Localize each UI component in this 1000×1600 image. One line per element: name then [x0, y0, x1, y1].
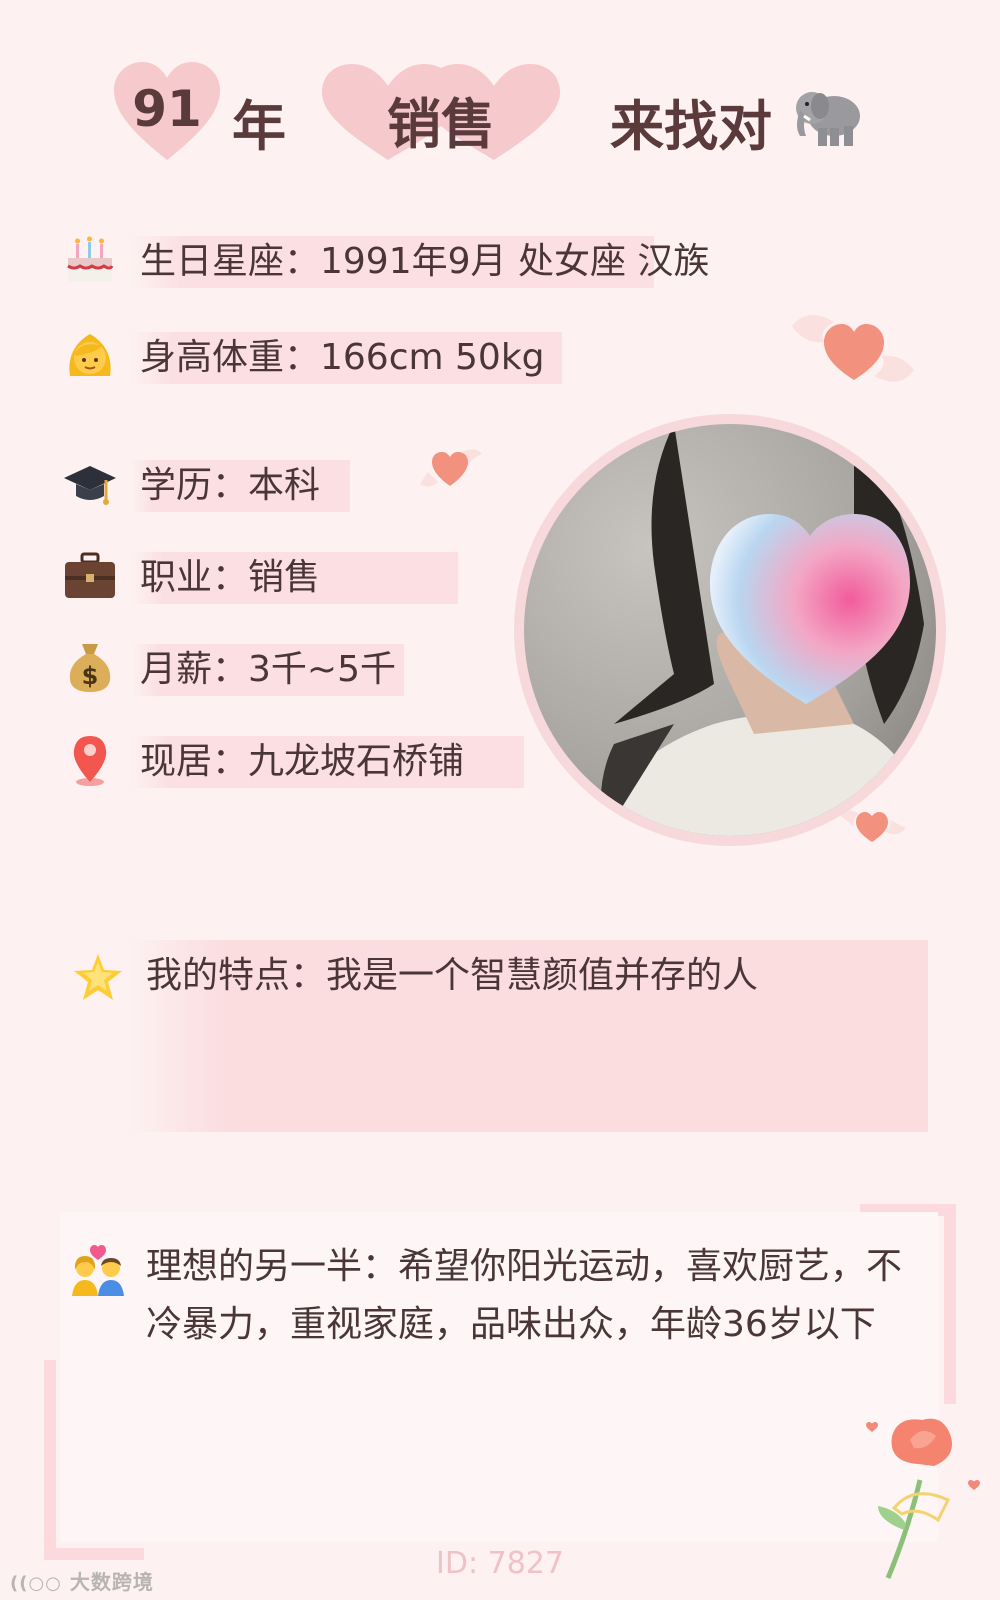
- info-row-occupation: 职业：销售: [62, 548, 462, 604]
- header: 91 年 销售 来找对: [0, 60, 1000, 180]
- small-winged-heart-icon: [420, 449, 482, 487]
- watermark-logo-icon: ((○○: [10, 1573, 62, 1594]
- profile-card: 91 年 销售 来找对 生日星座：1991年9月 处女座 汉族 身高体重：166…: [0, 0, 1000, 1600]
- info-row-birthday: 生日星座：1991年9月 处女座 汉族: [62, 232, 709, 288]
- info-row-salary: $ 月薪：3千~5千: [62, 640, 412, 696]
- tagline: 来找对: [610, 95, 772, 158]
- info-row-education: 学历：本科: [62, 456, 362, 512]
- location-text: 现居：九龙坡石桥铺: [140, 741, 465, 782]
- elephant-icon: [790, 76, 866, 156]
- winged-heart-icon: [792, 314, 914, 382]
- salary-text: 月薪：3千~5千: [140, 649, 396, 690]
- star-icon: [70, 950, 126, 1010]
- height-weight-text: 身高体重：166cm 50kg: [140, 337, 545, 378]
- profile-photo: [524, 424, 936, 836]
- education-text: 学历：本科: [140, 465, 321, 506]
- feature-text: 我的特点：我是一个智慧颜值并存的人: [146, 955, 759, 996]
- ideal-partner-text: 理想的另一半：希望你阳光运动，喜欢厨艺，不冷暴力，重视家庭，品味出众，年龄36岁…: [146, 1246, 903, 1345]
- birthday-text: 生日星座：1991年9月 处女座 汉族: [140, 241, 710, 282]
- info-row-location: 现居：九龙坡石桥铺: [62, 732, 532, 788]
- location-pin-icon: [62, 732, 118, 788]
- couple-icon: [70, 1240, 126, 1300]
- watermark-text: 大数跨境: [69, 1570, 154, 1594]
- year-suffix: 年: [232, 95, 286, 158]
- watermark: ((○○ 大数跨境: [10, 1566, 154, 1595]
- info-row-height-weight: 身高体重：166cm 50kg: [62, 328, 582, 384]
- briefcase-icon: [62, 548, 118, 604]
- graduation-cap-icon: [62, 456, 118, 512]
- svg-text:$: $: [82, 662, 99, 690]
- job-heart-badge: 销售: [318, 60, 564, 164]
- money-bag-icon: $: [62, 640, 118, 696]
- birth-year: 91: [132, 80, 202, 138]
- profile-photo-frame: [514, 414, 946, 846]
- occupation-text: 职业：销售: [140, 557, 321, 598]
- birthday-cake-icon: [62, 232, 118, 288]
- woman-face-icon: [62, 328, 118, 384]
- job-title: 销售: [387, 93, 495, 156]
- year-heart-badge: 91: [112, 60, 222, 164]
